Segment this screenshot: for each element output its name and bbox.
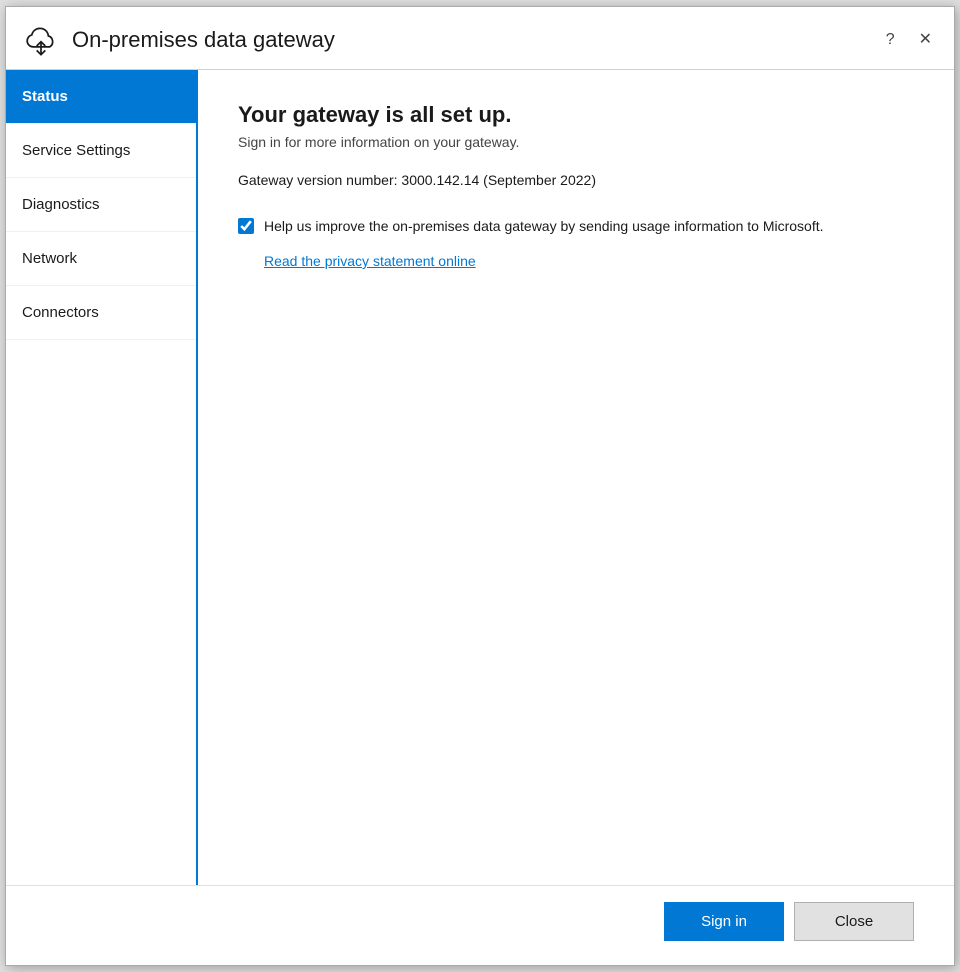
close-button[interactable]: Close — [794, 902, 914, 941]
privacy-link[interactable]: Read the privacy statement online — [264, 253, 914, 269]
sidebar-item-diagnostics[interactable]: Diagnostics — [6, 178, 196, 232]
footer: Sign in Close — [6, 885, 954, 965]
main-heading: Your gateway is all set up. — [238, 102, 914, 128]
version-text: Gateway version number: 3000.142.14 (Sep… — [238, 172, 914, 188]
content-area: Status Service Settings Diagnostics Netw… — [6, 70, 954, 885]
help-button[interactable]: ? — [880, 28, 901, 52]
main-subtitle: Sign in for more information on your gat… — [238, 134, 914, 150]
sidebar-item-network[interactable]: Network — [6, 232, 196, 286]
signin-button[interactable]: Sign in — [664, 902, 784, 941]
window-actions: ? ✕ — [880, 28, 938, 52]
main-content: Your gateway is all set up. Sign in for … — [198, 70, 954, 885]
window-close-button[interactable]: ✕ — [913, 28, 938, 52]
sidebar-item-service-settings[interactable]: Service Settings — [6, 124, 196, 178]
usage-checkbox-label: Help us improve the on-premises data gat… — [264, 216, 824, 237]
sidebar-item-connectors[interactable]: Connectors — [6, 286, 196, 340]
sidebar-item-status[interactable]: Status — [6, 70, 196, 124]
usage-checkbox-row: Help us improve the on-premises data gat… — [238, 216, 914, 237]
sidebar: Status Service Settings Diagnostics Netw… — [6, 70, 198, 885]
app-window: On-premises data gateway ? ✕ Status Serv… — [5, 6, 955, 966]
cloud-icon — [22, 21, 60, 59]
title-bar: On-premises data gateway ? ✕ — [6, 7, 954, 70]
app-title: On-premises data gateway — [72, 27, 880, 53]
usage-checkbox[interactable] — [238, 218, 254, 234]
